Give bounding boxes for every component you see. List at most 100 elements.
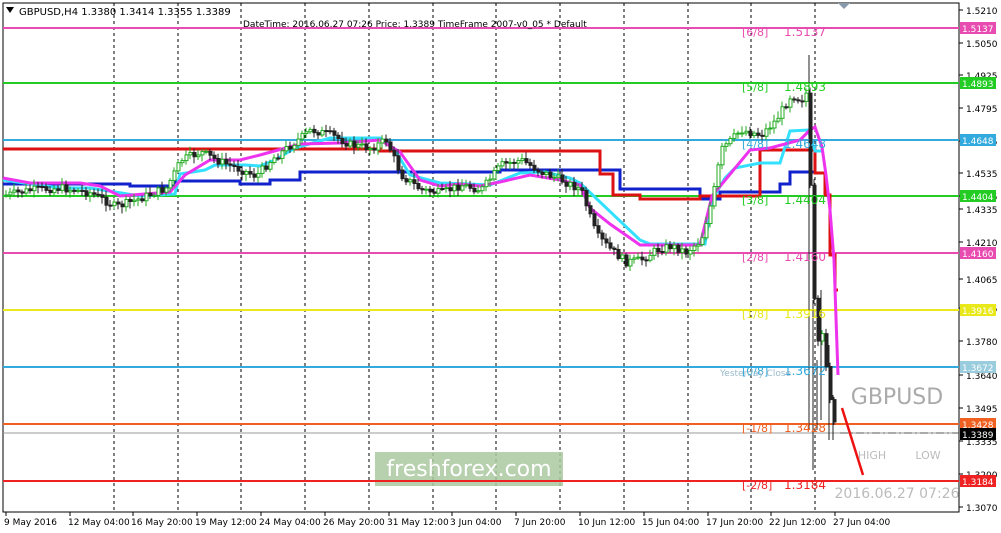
candle-body — [640, 256, 645, 261]
candle-body — [96, 193, 101, 196]
candle-body — [572, 181, 577, 191]
candle-body — [536, 169, 541, 173]
price-tick-label: 1.4065 — [966, 276, 998, 286]
candle-body — [8, 191, 13, 196]
candle-body — [768, 127, 773, 130]
candle-body — [552, 176, 557, 179]
candle-body — [504, 161, 509, 164]
candle-body — [380, 138, 385, 144]
candle-body — [216, 157, 221, 165]
candle-body — [52, 188, 57, 194]
candle-body — [188, 151, 193, 156]
price-tick-label: 1.3495 — [966, 405, 998, 415]
candle-body — [436, 188, 441, 194]
candle-body — [264, 165, 269, 170]
datetime-watermark: 2016.06.27 07:26 — [835, 486, 960, 502]
candle-body — [292, 144, 297, 150]
time-tick-label: 27 Jun 04:00 — [833, 518, 890, 528]
candle-body — [460, 185, 465, 191]
candle-body — [152, 194, 157, 197]
candle-body — [136, 198, 141, 201]
candle-body — [704, 223, 709, 239]
candle-body — [160, 187, 165, 193]
candle-body — [696, 243, 701, 247]
candle-body — [288, 146, 293, 150]
candle-body — [668, 244, 673, 250]
candle-body — [736, 132, 741, 135]
candle-body — [740, 132, 745, 135]
price-tick-label: 1.4335 — [966, 206, 998, 216]
candle-body — [744, 130, 749, 134]
candle-body — [708, 205, 713, 225]
candle-body — [608, 242, 613, 249]
candle-body — [144, 192, 149, 202]
candle-body — [20, 191, 25, 194]
time-tick-label: 17 Jun 20:00 — [706, 518, 763, 528]
price-tag-text: 1.3389 — [962, 431, 994, 441]
candle-body — [688, 249, 693, 255]
candle-body — [12, 189, 17, 193]
candle-body — [280, 150, 285, 159]
candle-body — [772, 120, 777, 129]
candle-body — [364, 143, 369, 151]
candle-body — [824, 333, 829, 368]
candle-body — [192, 151, 197, 158]
candle-body — [240, 170, 245, 175]
candle-body — [644, 259, 649, 262]
candle-body — [224, 158, 229, 165]
candle-body — [32, 185, 37, 192]
candle-body — [592, 213, 597, 227]
candle-body — [372, 148, 377, 151]
price-tag-text: 1.4404 — [962, 193, 994, 203]
level-minus2-8-value: 1.3184 — [784, 478, 826, 492]
candle-body — [716, 164, 721, 188]
candle-body — [680, 248, 685, 253]
candle-body — [284, 146, 289, 152]
candle-body — [480, 186, 485, 192]
candle-body — [352, 140, 357, 148]
candle-body — [24, 188, 29, 194]
candle-body — [340, 137, 345, 145]
candle-body — [204, 150, 209, 153]
candle-body — [600, 232, 605, 240]
candle-body — [244, 171, 249, 175]
candle-body — [196, 154, 201, 158]
candle-body — [448, 187, 453, 192]
candle-body — [4, 194, 9, 197]
candle-body — [656, 247, 661, 253]
candle-body — [404, 178, 409, 183]
candle-body — [388, 141, 393, 151]
level-2-8-label: [2/8] — [742, 251, 768, 264]
candle-body — [180, 160, 185, 164]
candle-body — [316, 132, 321, 136]
candle-body — [104, 196, 109, 206]
candle-body — [616, 248, 621, 260]
candle-body — [132, 199, 137, 202]
price-tick-label: 1.4535 — [966, 170, 998, 180]
price-chart[interactable]: freshforex.com [6/8] 1.5137 [5/8] 1.4893 [4/… — [0, 0, 1001, 533]
candle-body — [248, 171, 253, 175]
candle-body — [684, 248, 689, 255]
candle-body — [632, 257, 637, 260]
candle-body — [624, 254, 629, 267]
candle-body — [124, 198, 129, 208]
candle-body — [176, 162, 181, 172]
candle-body — [508, 161, 513, 164]
candle-body — [544, 171, 549, 175]
candle-body — [28, 188, 33, 192]
price-tick-label: 1.4795 — [966, 105, 998, 115]
candle-body — [68, 189, 73, 193]
candle-body — [440, 188, 445, 191]
candle-body — [528, 162, 533, 166]
candle-body — [408, 179, 413, 183]
candle-body — [516, 159, 521, 164]
candle-body — [660, 251, 665, 254]
candle-body — [76, 189, 81, 192]
candle-body — [664, 244, 669, 253]
candle-body — [612, 247, 617, 250]
candle-body — [308, 128, 313, 133]
time-tick-label: 3 Jun 04:00 — [450, 518, 502, 528]
candle-body — [428, 188, 433, 193]
candle-body — [360, 143, 365, 146]
candle-body — [320, 130, 325, 136]
